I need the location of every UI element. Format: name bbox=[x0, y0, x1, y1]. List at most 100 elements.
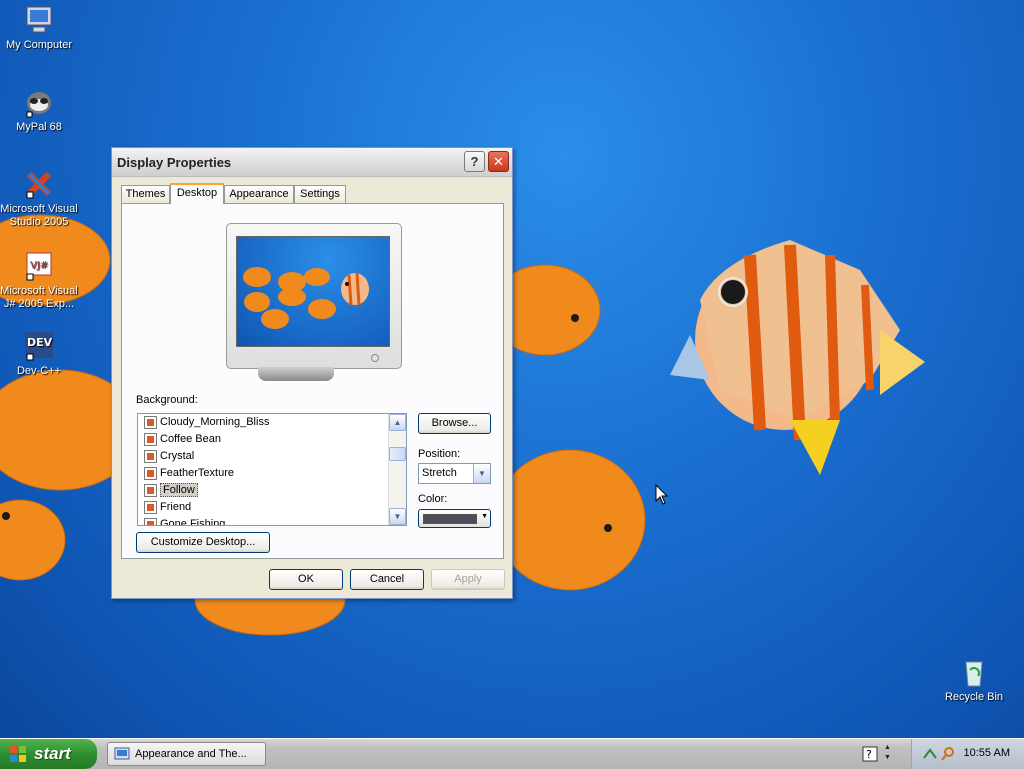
tab-themes[interactable]: Themes bbox=[121, 185, 170, 203]
image-file-icon bbox=[144, 484, 157, 497]
customize-desktop-button[interactable]: Customize Desktop... bbox=[136, 532, 270, 553]
help-tray-icon[interactable]: ? bbox=[862, 746, 878, 762]
system-tray: 10:55 AM bbox=[911, 739, 1024, 769]
background-label: Background: bbox=[136, 394, 198, 406]
list-item-selected[interactable]: Follow bbox=[138, 482, 406, 499]
image-file-icon bbox=[144, 450, 157, 463]
windows-logo-icon bbox=[10, 746, 26, 762]
tab-label: Appearance bbox=[229, 188, 289, 200]
search-tray-icon[interactable] bbox=[940, 746, 956, 762]
desktop-icon-recycle-bin[interactable]: Recycle Bin bbox=[935, 656, 1013, 704]
list-item-label: Friend bbox=[160, 501, 192, 513]
mouse-cursor-icon bbox=[655, 484, 669, 505]
list-item[interactable]: FeatherTexture bbox=[138, 465, 406, 482]
dialog-title: Display Properties bbox=[117, 155, 232, 170]
tab-label: Settings bbox=[300, 188, 340, 200]
close-icon: ✕ bbox=[493, 154, 504, 169]
position-value: Stretch bbox=[422, 467, 457, 479]
desktop-icon-mypal[interactable]: MyPal 68 bbox=[0, 86, 78, 134]
visual-jsharp-icon: VJ# bbox=[23, 250, 55, 282]
list-item-label: Cloudy_Morning_Bliss bbox=[160, 416, 270, 428]
close-button[interactable]: ✕ bbox=[488, 151, 509, 172]
chevron-down-icon: ▼ bbox=[393, 512, 402, 521]
desktop-icon-label: Dev-C++ bbox=[16, 365, 62, 377]
button-label: Cancel bbox=[369, 573, 405, 585]
svg-text:VJ#: VJ# bbox=[30, 260, 48, 271]
svg-text:?: ? bbox=[866, 748, 872, 761]
visual-studio-icon bbox=[23, 168, 55, 200]
ok-button[interactable]: OK bbox=[269, 569, 343, 590]
start-label: start bbox=[34, 744, 71, 763]
dev-cpp-icon: DEV bbox=[23, 330, 55, 362]
desktop-icon-label: Microsoft Visual Studio 2005 bbox=[0, 203, 78, 228]
list-item-label: FeatherTexture bbox=[160, 467, 234, 479]
dialog-titlebar[interactable]: Display Properties ? ✕ bbox=[112, 148, 512, 177]
clock: 10:55 AM bbox=[963, 747, 1010, 759]
list-item[interactable]: Cloudy_Morning_Bliss bbox=[138, 414, 406, 431]
tab-settings[interactable]: Settings bbox=[294, 185, 346, 203]
chevron-up-icon: ▲ bbox=[393, 418, 402, 427]
network-tray-icon[interactable] bbox=[922, 746, 938, 762]
taskbar: start Appearance and The... ? ▲ ▼ 10:55 A… bbox=[0, 738, 1024, 769]
wallpaper-preview bbox=[236, 236, 390, 347]
tab-label: Desktop bbox=[176, 187, 218, 199]
monitor-preview bbox=[226, 223, 402, 369]
list-item-label: Gone Fishing bbox=[160, 518, 226, 526]
apply-button[interactable]: Apply bbox=[431, 569, 505, 590]
color-picker-button[interactable]: ▼ bbox=[418, 509, 491, 528]
tab-label: Themes bbox=[125, 188, 166, 200]
taskbar-item-appearance[interactable]: Appearance and The... bbox=[107, 742, 266, 766]
desktop-icon-label: Microsoft Visual J# 2005 Exp... bbox=[0, 285, 78, 310]
control-panel-icon bbox=[114, 747, 130, 760]
tab-appearance[interactable]: Appearance bbox=[224, 185, 294, 203]
image-file-icon bbox=[144, 467, 157, 480]
desktop-icon-label: Recycle Bin bbox=[944, 691, 1004, 703]
image-file-icon bbox=[144, 518, 157, 525]
image-file-icon bbox=[144, 433, 157, 446]
scroll-down-button[interactable]: ▼ bbox=[389, 508, 406, 525]
tray-scroll-arrows[interactable]: ▲ ▼ bbox=[884, 743, 894, 765]
list-item-label: Coffee Bean bbox=[160, 433, 221, 445]
desktop-tab-panel: Background: Cloudy_Morning_Bliss Coffee … bbox=[121, 203, 504, 559]
button-label: Customize Desktop... bbox=[150, 536, 256, 548]
list-item[interactable]: Coffee Bean bbox=[138, 431, 406, 448]
monitor-stand bbox=[258, 367, 334, 381]
position-select[interactable]: Stretch ▼ bbox=[418, 463, 491, 484]
color-swatch bbox=[423, 514, 477, 524]
recycle-bin-icon bbox=[958, 656, 990, 688]
chevron-down-icon: ▼ bbox=[481, 513, 488, 520]
tab-desktop[interactable]: Desktop bbox=[170, 183, 224, 204]
image-file-icon bbox=[144, 501, 157, 514]
taskbar-item-label: Appearance and The... bbox=[135, 748, 247, 760]
desktop-icon-dev-cpp[interactable]: DEV Dev-C++ bbox=[0, 330, 78, 378]
list-item-label: Follow bbox=[160, 483, 198, 497]
button-label: OK bbox=[298, 573, 314, 585]
list-item-label: Crystal bbox=[160, 450, 195, 462]
desktop-icon-visual-studio[interactable]: Microsoft Visual Studio 2005 bbox=[0, 168, 78, 229]
list-item[interactable]: Crystal bbox=[138, 448, 406, 465]
list-item[interactable]: Gone Fishing bbox=[138, 516, 406, 526]
desktop-icon-my-computer[interactable]: My Computer bbox=[0, 4, 78, 52]
svg-text:DEV: DEV bbox=[27, 336, 53, 349]
desktop-icon-visual-jsharp[interactable]: VJ# Microsoft Visual J# 2005 Exp... bbox=[0, 250, 78, 311]
scroll-up-button[interactable]: ▲ bbox=[389, 414, 406, 431]
background-listbox[interactable]: Cloudy_Morning_Bliss Coffee Bean Crystal… bbox=[137, 413, 407, 526]
button-label: Apply bbox=[454, 573, 482, 585]
desktop-icon-label: MyPal 68 bbox=[16, 121, 62, 133]
browse-button[interactable]: Browse... bbox=[418, 413, 491, 434]
color-label: Color: bbox=[418, 493, 448, 505]
list-item[interactable]: Friend bbox=[138, 499, 406, 516]
listbox-scrollbar[interactable]: ▲ ▼ bbox=[388, 414, 406, 525]
desktop-icon-label: My Computer bbox=[5, 39, 73, 51]
my-computer-icon bbox=[23, 4, 55, 36]
scroll-thumb[interactable] bbox=[389, 447, 406, 461]
start-button[interactable]: start bbox=[0, 739, 97, 769]
help-icon: ? bbox=[470, 154, 479, 169]
button-label: Browse... bbox=[431, 417, 478, 429]
chevron-down-icon[interactable]: ▼ bbox=[473, 464, 490, 483]
position-label: Position: bbox=[418, 448, 461, 460]
image-file-icon bbox=[144, 416, 157, 429]
monitor-power-led bbox=[371, 354, 379, 362]
help-button[interactable]: ? bbox=[464, 151, 485, 172]
cancel-button[interactable]: Cancel bbox=[350, 569, 424, 590]
